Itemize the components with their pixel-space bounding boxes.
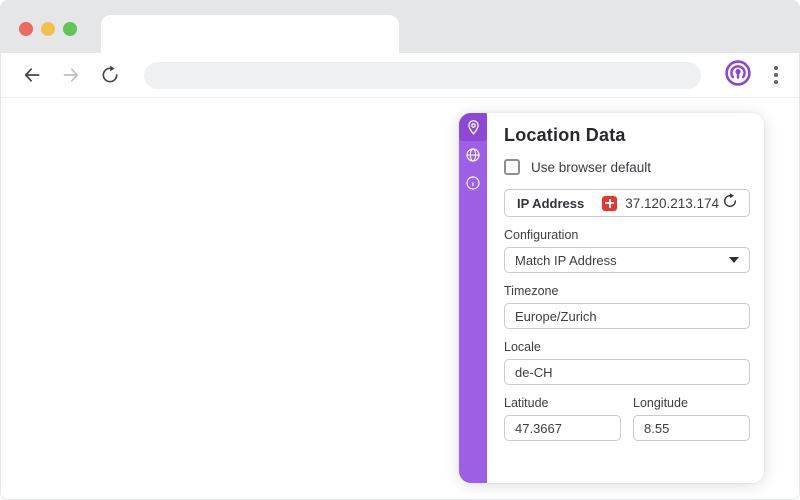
configuration-label: Configuration bbox=[504, 228, 579, 242]
traffic-lights bbox=[19, 22, 77, 36]
kebab-dot bbox=[774, 66, 778, 70]
browser-tab[interactable] bbox=[101, 15, 399, 53]
timezone-label: Timezone bbox=[504, 284, 559, 298]
sidebar-tab-location[interactable] bbox=[459, 113, 487, 141]
sidebar-tab-globe[interactable] bbox=[459, 141, 487, 169]
configuration-group: Configuration Match IP Address bbox=[504, 228, 750, 273]
configuration-select[interactable]: Match IP Address bbox=[504, 247, 750, 273]
kebab-dot bbox=[774, 80, 778, 84]
browser-titlebar bbox=[1, 1, 799, 53]
refresh-icon bbox=[722, 192, 738, 214]
globe-icon bbox=[465, 147, 481, 163]
popup-content: Location Data Use browser default IP Add… bbox=[487, 113, 764, 483]
longitude-input[interactable] bbox=[633, 415, 750, 441]
chevron-down-icon bbox=[729, 257, 739, 263]
back-arrow-icon bbox=[22, 65, 42, 85]
switzerland-flag-icon bbox=[602, 195, 618, 211]
locale-input[interactable] bbox=[504, 359, 750, 385]
popup-title: Location Data bbox=[504, 125, 626, 145]
latitude-input[interactable] bbox=[504, 415, 621, 441]
back-button[interactable] bbox=[21, 64, 43, 86]
browser-window: Location Data Use browser default IP Add… bbox=[0, 0, 800, 500]
longitude-label: Longitude bbox=[633, 396, 688, 410]
latitude-group: Latitude bbox=[504, 396, 621, 441]
locale-group: Locale bbox=[504, 340, 750, 385]
ip-address-value: 37.120.213.174 bbox=[625, 195, 720, 211]
minimize-window-button[interactable] bbox=[41, 22, 55, 36]
kebab-dot bbox=[774, 73, 778, 77]
longitude-group: Longitude bbox=[633, 396, 750, 441]
coordinates-row: Latitude Longitude bbox=[504, 396, 750, 441]
location-pin-icon bbox=[465, 119, 482, 136]
ip-address-row: IP Address 37.120.213.174 bbox=[504, 189, 750, 217]
extension-button[interactable] bbox=[723, 59, 753, 92]
browser-toolbar bbox=[1, 53, 799, 98]
reload-icon bbox=[100, 65, 120, 85]
use-browser-default-checkbox[interactable] bbox=[504, 159, 520, 175]
timezone-group: Timezone bbox=[504, 284, 750, 329]
reload-button[interactable] bbox=[99, 64, 121, 86]
sidebar-tab-info[interactable] bbox=[459, 169, 487, 197]
close-window-button[interactable] bbox=[19, 22, 33, 36]
use-browser-default-row: Use browser default bbox=[504, 159, 750, 175]
browser-menu-button[interactable] bbox=[767, 62, 785, 88]
vytal-extension-icon bbox=[724, 59, 752, 92]
ip-address-label: IP Address bbox=[517, 195, 585, 211]
forward-button[interactable] bbox=[60, 64, 82, 86]
page-viewport: Location Data Use browser default IP Add… bbox=[1, 98, 799, 499]
zoom-window-button[interactable] bbox=[63, 22, 77, 36]
forward-arrow-icon bbox=[61, 65, 81, 85]
extension-popup: Location Data Use browser default IP Add… bbox=[459, 113, 764, 483]
timezone-input[interactable] bbox=[504, 303, 750, 329]
latitude-label: Latitude bbox=[504, 396, 549, 410]
address-bar-input[interactable] bbox=[158, 67, 687, 83]
popup-sidebar bbox=[459, 113, 487, 483]
info-icon bbox=[465, 175, 481, 191]
locale-label: Locale bbox=[504, 340, 541, 354]
use-browser-default-label: Use browser default bbox=[531, 159, 652, 175]
address-bar[interactable] bbox=[144, 61, 701, 89]
refresh-ip-button[interactable] bbox=[721, 192, 739, 214]
configuration-selected-value: Match IP Address bbox=[515, 252, 617, 268]
